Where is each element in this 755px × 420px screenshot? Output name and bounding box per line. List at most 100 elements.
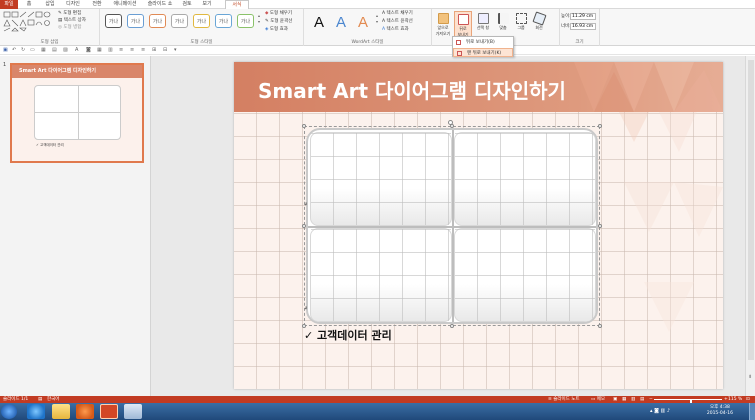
save-icon[interactable]: ▣ [3,48,8,53]
shape-gallery[interactable] [3,11,55,33]
height-input[interactable]: 11.29 cm [570,13,596,20]
system-clock[interactable]: 오후 4:38 2015-04-16 [707,405,733,417]
slide-title[interactable]: Smart Art 다이어그램 디자인하기 [258,75,566,104]
text-box-icon: ▤ [58,18,63,23]
internet-explorer-icon[interactable] [27,404,45,419]
tab-transitions[interactable]: 전환 [88,0,106,9]
text-outline-button[interactable]: A 텍스트 윤곽선 [382,19,413,25]
slide-canvas[interactable]: Smart Art 다이어그램 디자인하기 ⸥ ⸥ ✓ 고객데이터 관리 [234,62,723,389]
customize-qat-icon[interactable]: ▾ [174,48,179,53]
resize-handle-bc[interactable] [450,324,454,328]
wordart-style-orange[interactable]: A [353,12,373,34]
normal-view-icon[interactable]: ▣ [613,396,617,403]
table-icon[interactable]: ▦ [97,48,102,53]
resize-handle-tr[interactable] [598,124,602,128]
powerpoint-taskbar-icon[interactable] [100,404,118,419]
bring-forward-button[interactable]: 앞으로 가져오기 [434,11,452,41]
tab-review[interactable]: 검토 [178,0,196,9]
shape-edit-button[interactable]: ✎ 도형 편집 [58,11,81,17]
text-box-button[interactable]: ▤ 텍스트 상자 [58,18,86,24]
text-icon[interactable]: A [75,48,80,53]
align-left-icon[interactable]: ≡ [119,48,124,53]
snipping-tool-icon[interactable] [124,404,142,419]
show-desktop-button[interactable] [749,403,755,420]
wordart-style-black[interactable]: A [309,12,329,34]
align-right-icon[interactable]: ≡ [141,48,146,53]
zoom-out-icon[interactable]: − [649,396,653,403]
merge-shapes-button[interactable]: ◎ 도형 병합 [58,25,81,31]
spellcheck-icon[interactable]: ▤ [38,396,42,403]
comments-button[interactable]: ▭ 메모 [591,396,605,403]
shape-outline-button[interactable]: ✎ 도형 윤곽선 [265,19,292,25]
scroll-down-icon[interactable]: ⇟ [748,374,752,380]
new-slide-icon[interactable]: ▤ [52,48,57,53]
resize-handle-tl[interactable] [302,124,306,128]
resize-handle-ml[interactable] [302,224,306,228]
shape-style-6[interactable]: 가나 [215,14,232,28]
group-button[interactable]: 그룹 [512,11,530,41]
camera-icon[interactable]: ◙ [86,48,91,53]
start-button[interactable] [1,404,17,419]
tab-slideshow[interactable]: 슬라이드 쇼 [145,0,175,9]
smartart-cell-4[interactable] [454,228,596,322]
tab-animations[interactable]: 애니메이션 [108,0,142,9]
tab-file[interactable]: 파일 [0,0,18,9]
gallery-scroll-icon[interactable]: ▴ ▾ [258,13,260,25]
media-player-icon[interactable] [76,404,94,419]
group-label-wordart: WordArt 스타일 [351,40,384,45]
menu-item-send-backward[interactable]: 뒤로 보내기(B) [453,38,513,47]
shape-style-3[interactable]: 가나 [149,14,166,28]
text-fill-button[interactable]: A 텍스트 채우기 [382,11,413,17]
smartart-divider-horizontal [308,226,596,228]
distribute-icon[interactable]: ⊞ [152,48,157,53]
tab-view[interactable]: 보기 [198,0,216,9]
smartart-cell-3[interactable] [310,228,452,322]
smartart-diagram[interactable] [306,128,598,324]
smartart-cell-2[interactable] [454,132,596,226]
shape-style-1[interactable]: 가나 [105,14,122,28]
resize-handle-br[interactable] [598,324,602,328]
shape-style-5[interactable]: 가나 [193,14,210,28]
text-effect-button[interactable]: A 텍스트 효과 [382,27,409,33]
shape-effect-button[interactable]: ◈ 도형 효과 [265,27,288,33]
resize-handle-tc[interactable] [450,124,454,128]
tab-design[interactable]: 디자인 [62,0,84,9]
align-center-icon[interactable]: ≡ [130,48,135,53]
shape-fill-button[interactable]: ◆ 도형 채우기 [265,11,292,17]
vertical-scrollbar[interactable]: ⇟ [745,56,755,396]
redo-icon[interactable]: ↻ [21,48,26,53]
tab-home[interactable]: 홈 [22,0,36,9]
slide-thumbnail-1[interactable]: Smart Art 다이어그램 디자인하기 ✓ 고객데이터 관리 [10,63,144,163]
arrange-icon[interactable]: ⊟ [163,48,168,53]
zoom-slider[interactable] [654,399,722,405]
width-input[interactable]: 16.93 cm [570,23,596,30]
language-indicator[interactable]: 한국어 [47,396,59,403]
undo-icon[interactable]: ↶ [12,48,17,53]
tab-insert[interactable]: 삽입 [41,0,59,9]
notes-button[interactable]: ≡ 슬라이드 노트 [548,396,579,403]
wordart-style-blue[interactable]: A [331,12,351,34]
format-painter-icon[interactable]: ▦ [41,48,46,53]
chart-icon[interactable]: ▥ [108,48,113,53]
zoom-level[interactable]: 115 % [728,396,742,403]
image-icon[interactable]: ▨ [63,48,68,53]
menu-item-send-to-back[interactable]: 맨 뒤로 보내기(K) [453,48,513,57]
rotate-icon [531,11,547,26]
file-explorer-icon[interactable] [52,404,70,419]
thumbnail-caption: ✓ 고객데이터 관리 [36,143,64,147]
rotate-button[interactable]: 회전 [530,11,548,41]
scrollbar-thumb[interactable] [748,60,754,360]
resize-handle-mr[interactable] [598,224,602,228]
shape-style-7[interactable]: 가나 [237,14,254,28]
shape-style-2[interactable]: 가나 [127,14,144,28]
slide-caption[interactable]: ✓ 고객데이터 관리 [304,327,392,343]
fit-slide-icon[interactable]: ⊡ [746,396,750,403]
shape-style-4[interactable]: 가나 [171,14,188,28]
wordart-scroll-icon[interactable]: ▴ ▾ [376,13,378,25]
tray-icons[interactable]: ▴ ◙ ▥ ♪ [650,408,670,414]
slide-sorter-icon[interactable]: ▦ [622,396,626,403]
slideshow-view-icon[interactable]: ▤ [640,396,644,403]
smartart-cell-1[interactable] [310,132,452,226]
start-slideshow-icon[interactable]: ▭ [30,48,35,53]
reading-view-icon[interactable]: ▥ [631,396,635,403]
